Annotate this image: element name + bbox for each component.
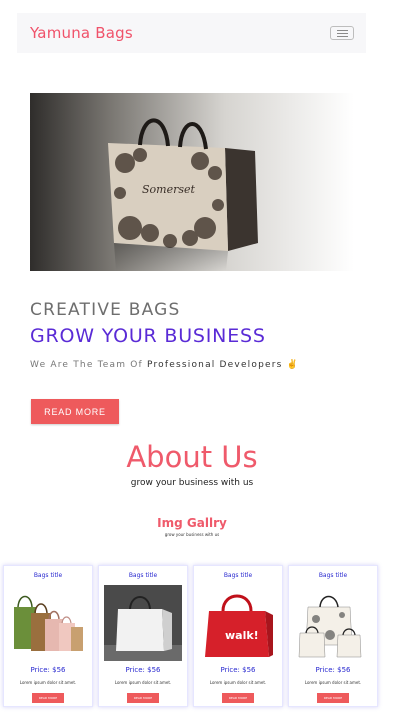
card-read-more-button[interactable]: READ MORE [222, 693, 254, 703]
product-card: Bags title Price: $56 Lorem ipsum dolor … [3, 565, 93, 707]
card-description: Lorem ipsum dolor sit amet. [19, 680, 77, 685]
card-price: Price: $56 [220, 666, 256, 674]
card-price: Price: $56 [125, 666, 161, 674]
card-title: Bags title [33, 572, 63, 579]
card-description: Lorem ipsum dolor sit amet. [209, 680, 267, 685]
product-card: Bags title Price: $56 Lorem ipsum dolor … [288, 565, 378, 707]
gallery-subtitle: grow your business with us [164, 532, 220, 537]
walk-label: walk! [225, 629, 259, 642]
card-title: Bags title [223, 572, 253, 579]
card-title: Bags title [128, 572, 158, 579]
hero-image: Somerset [30, 93, 354, 271]
tagline-bold: Professional Developers [147, 360, 283, 370]
hamburger-icon[interactable] [330, 26, 354, 40]
card-read-more-button[interactable]: READ MORE [317, 693, 349, 703]
card-image [104, 585, 182, 661]
about-subtitle: grow your business with us [130, 478, 254, 488]
read-more-button[interactable]: READ MORE [31, 399, 119, 424]
gallery-title: Img Gallry [157, 516, 227, 530]
hero-tagline: We Are The Team Of Professional Develope… [30, 360, 299, 370]
hero-heading-large: GROW YOUR BUSINESS [30, 325, 266, 347]
card-price: Price: $56 [30, 666, 66, 674]
card-image [9, 585, 87, 661]
svg-text:Somerset: Somerset [142, 183, 196, 196]
card-description: Lorem ipsum dolor sit amet. [114, 680, 172, 685]
card-read-more-button[interactable]: READ MORE [32, 693, 64, 703]
hero-heading-small: CREATIVE BAGS [30, 300, 181, 320]
card-read-more-button[interactable]: READ MORE [127, 693, 159, 703]
about-title: About Us [126, 440, 258, 474]
product-card: Bags title walk! Price: $56 Lorem ipsum … [193, 565, 283, 707]
card-title: Bags title [318, 572, 348, 579]
gallery-cards: Bags title Price: $56 Lorem ipsum dolor … [3, 565, 380, 707]
brand-logo[interactable]: Yamuna Bags [30, 24, 133, 42]
card-price: Price: $56 [315, 666, 351, 674]
card-image [294, 585, 372, 661]
card-image: walk! [199, 585, 277, 661]
card-description: Lorem ipsum dolor sit amet. [304, 680, 362, 685]
tagline-prefix: We Are The Team Of [30, 360, 143, 370]
victory-hand-icon: ✌️ [286, 360, 299, 370]
navbar: Yamuna Bags [17, 13, 366, 53]
product-card: Bags title Price: $56 Lorem ipsum dolor … [98, 565, 188, 707]
